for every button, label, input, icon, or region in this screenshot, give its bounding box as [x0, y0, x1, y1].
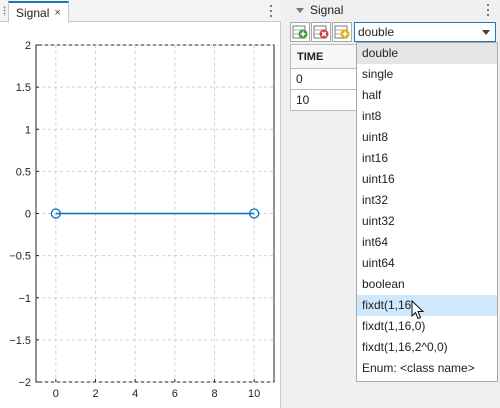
- data-type-dropdown-list: double single half int8 uint8 int16 uint…: [356, 42, 498, 382]
- dropdown-option[interactable]: uint16: [357, 169, 497, 190]
- data-type-select[interactable]: [354, 22, 496, 42]
- dropdown-toggle-button[interactable]: [477, 23, 495, 41]
- table-row: 10: [290, 89, 360, 111]
- plot-tab-bar: Signal ×: [0, 0, 281, 23]
- table-row: 0: [290, 68, 360, 90]
- plot-panel: Signal × 0 2 4 6 8 10 2 1.5 1 0.5 0 −0.5 −1 −1.5 −2: [0, 0, 281, 408]
- time-column-header[interactable]: TIME: [290, 44, 360, 69]
- x-tick-label: 2: [92, 388, 98, 400]
- tab-signal-plot[interactable]: Signal ×: [8, 1, 69, 23]
- collapse-icon[interactable]: [296, 7, 304, 13]
- dropdown-option[interactable]: int32: [357, 190, 497, 211]
- more-options-icon[interactable]: [265, 4, 277, 18]
- dropdown-option[interactable]: half: [357, 85, 497, 106]
- dropdown-option[interactable]: int64: [357, 232, 497, 253]
- signal-plot[interactable]: 0 2 4 6 8 10 2 1.5 1 0.5 0 −0.5 −1 −1.5 −2: [0, 22, 280, 408]
- y-tick-label: 0.5: [16, 166, 31, 178]
- delete-row-icon: [313, 25, 329, 39]
- y-tick-label: 1: [25, 124, 31, 136]
- y-tick-label: 2: [25, 40, 31, 52]
- add-row-icon: [292, 25, 308, 39]
- signal-toolbar: [290, 22, 352, 44]
- dropdown-option[interactable]: fixdt(1,16,0): [357, 316, 497, 337]
- dropdown-option[interactable]: double: [357, 43, 497, 64]
- y-tick-label: −1: [18, 293, 31, 305]
- x-tick-label: 10: [248, 388, 260, 400]
- y-tick-label: 0: [25, 209, 31, 221]
- dropdown-option[interactable]: int16: [357, 148, 497, 169]
- y-tick-label: −1.5: [9, 335, 31, 347]
- y-tick-label: 1.5: [16, 82, 31, 94]
- dropdown-option[interactable]: uint64: [357, 253, 497, 274]
- y-tick-label: −2: [18, 377, 31, 389]
- x-tick-label: 6: [172, 388, 178, 400]
- x-tick-label: 0: [53, 388, 59, 400]
- insert-row-icon: [334, 25, 350, 39]
- grip-icon[interactable]: [3, 6, 6, 16]
- delete-row-button[interactable]: [311, 22, 331, 42]
- dropdown-option[interactable]: uint32: [357, 211, 497, 232]
- mouse-pointer-icon: [411, 300, 425, 320]
- signal-section-header[interactable]: Signal: [288, 0, 500, 20]
- signal-table: TIME 0 10: [290, 44, 360, 111]
- dropdown-option[interactable]: fixdt(1,16,2^0,0): [357, 337, 497, 358]
- y-tick-label: −0.5: [9, 251, 31, 263]
- dropdown-option[interactable]: uint8: [357, 127, 497, 148]
- tab-label: Signal: [16, 5, 50, 20]
- close-icon[interactable]: ×: [54, 7, 60, 19]
- add-row-button[interactable]: [290, 22, 310, 42]
- time-cell[interactable]: 10: [290, 89, 360, 111]
- dropdown-option[interactable]: fixdt(1,16): [357, 295, 497, 316]
- chevron-down-icon: [482, 29, 490, 35]
- dropdown-option[interactable]: int8: [357, 106, 497, 127]
- insert-row-button[interactable]: [332, 22, 352, 42]
- dropdown-option[interactable]: boolean: [357, 274, 497, 295]
- x-tick-label: 8: [211, 388, 217, 400]
- data-type-input[interactable]: [355, 23, 477, 41]
- more-options-icon[interactable]: [482, 3, 494, 17]
- dropdown-option[interactable]: Enum: <class name>: [357, 358, 497, 379]
- x-tick-label: 4: [132, 388, 138, 400]
- time-cell[interactable]: 0: [290, 68, 360, 90]
- dropdown-option[interactable]: single: [357, 64, 497, 85]
- signal-section-title: Signal: [310, 3, 344, 17]
